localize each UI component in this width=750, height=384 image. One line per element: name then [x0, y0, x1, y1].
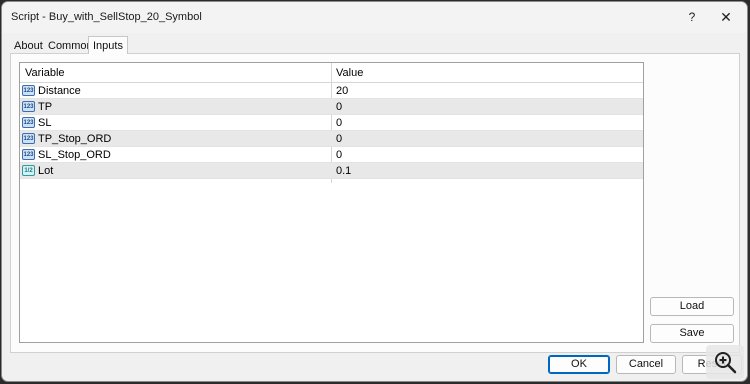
integer-icon: 123: [22, 101, 35, 112]
zoom-in-icon[interactable]: [706, 345, 744, 379]
load-button[interactable]: Load: [650, 297, 734, 316]
save-button[interactable]: Save: [650, 324, 734, 343]
close-icon: ✕: [720, 8, 732, 25]
row-variable-name: Distance: [38, 85, 81, 97]
integer-icon: 123: [22, 117, 35, 128]
row-value-field[interactable]: 0.1: [336, 165, 351, 177]
row-value-field[interactable]: 0: [336, 101, 342, 113]
double-icon: 1/2: [22, 165, 35, 176]
table-row[interactable]: 123 SL_Stop_ORD 0: [20, 147, 643, 163]
title-bar[interactable]: Script - Buy_with_SellStop_20_Symbol ? ✕: [2, 2, 747, 33]
help-button[interactable]: ?: [677, 6, 707, 28]
ok-button[interactable]: OK: [548, 355, 610, 374]
close-button[interactable]: ✕: [711, 6, 741, 28]
integer-icon: 123: [22, 85, 35, 96]
table-row[interactable]: 1/2 Lot 0.1: [20, 163, 643, 179]
integer-icon: 123: [22, 133, 35, 144]
table-row[interactable]: 123 TP_Stop_ORD 0: [20, 131, 643, 147]
window-title: Script - Buy_with_SellStop_20_Symbol: [11, 11, 202, 23]
row-variable-name: SL_Stop_ORD: [38, 149, 111, 161]
column-header-value[interactable]: Value: [336, 67, 363, 79]
script-dialog: Script - Buy_with_SellStop_20_Symbol ? ✕…: [1, 1, 748, 382]
tab-inputs[interactable]: Inputs: [88, 36, 128, 54]
cancel-button[interactable]: Cancel: [616, 355, 676, 374]
row-value-field[interactable]: 0: [336, 133, 342, 145]
row-variable-name: TP_Stop_ORD: [38, 133, 112, 145]
inputs-grid[interactable]: Variable Value 123 Distance 20 123 TP 0 …: [19, 62, 644, 343]
table-row[interactable]: 123 SL 0: [20, 115, 643, 131]
tab-about[interactable]: About: [10, 38, 47, 54]
zoom-in-glyph: [715, 352, 737, 374]
integer-icon: 123: [22, 149, 35, 160]
table-row[interactable]: 123 Distance 20: [20, 83, 643, 99]
row-value-field[interactable]: 20: [336, 85, 348, 97]
help-icon: ?: [688, 10, 696, 24]
row-value-field[interactable]: 0: [336, 149, 342, 161]
row-value-field[interactable]: 0: [336, 117, 342, 129]
table-row[interactable]: 123 TP 0: [20, 99, 643, 115]
row-variable-name: Lot: [38, 165, 54, 177]
row-variable-name: SL: [38, 117, 52, 129]
column-header-variable[interactable]: Variable: [25, 67, 65, 79]
row-variable-name: TP: [38, 101, 53, 113]
